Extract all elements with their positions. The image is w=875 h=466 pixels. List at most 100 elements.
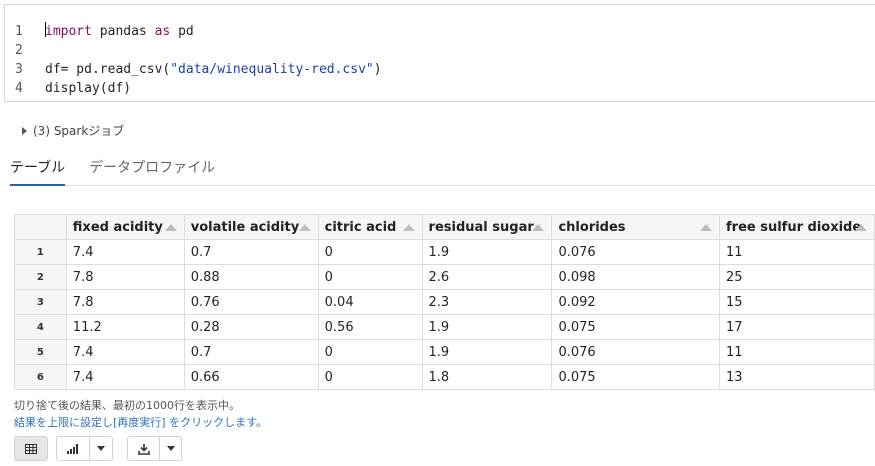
table-cell: 17 bbox=[719, 314, 875, 340]
table-cell: 15 bbox=[719, 289, 875, 315]
code-line-1[interactable]: import pandas as pd bbox=[45, 22, 382, 41]
table-row: 6 7.4 0.66 0 1.8 0.075 13 bbox=[14, 364, 875, 390]
table-cell: 0 bbox=[317, 364, 423, 390]
sort-up-icon[interactable] bbox=[164, 224, 177, 231]
row-index: 1 bbox=[14, 239, 67, 265]
table-cell: 0 bbox=[317, 339, 423, 365]
table-cell: 0.076 bbox=[551, 339, 720, 365]
table-cell: 25 bbox=[719, 264, 875, 290]
download-button[interactable] bbox=[128, 437, 161, 460]
column-header[interactable]: volatile acidity bbox=[183, 214, 319, 240]
sort-up-icon[interactable] bbox=[700, 224, 712, 231]
column-header[interactable]: citric acid bbox=[317, 214, 423, 240]
column-header-label: citric acid bbox=[324, 219, 397, 235]
line-numbers: 1 2 3 4 bbox=[5, 22, 35, 98]
column-header[interactable]: residual sugar bbox=[421, 214, 553, 240]
table-row: 4 11.2 0.28 0.56 1.9 0.075 17 bbox=[14, 314, 875, 340]
chart-button-group bbox=[56, 436, 113, 461]
code-line-2[interactable] bbox=[45, 41, 382, 60]
table-cell: 11 bbox=[719, 339, 875, 365]
table-cell: 2.6 bbox=[421, 264, 553, 290]
table-cell: 7.8 bbox=[65, 289, 185, 315]
table-cell: 0.66 bbox=[183, 364, 319, 390]
spark-jobs-label: (3) Sparkジョブ bbox=[33, 124, 125, 138]
table-cell: 0.7 bbox=[183, 339, 319, 365]
table-view-button[interactable] bbox=[14, 436, 48, 461]
column-header-label: chlorides bbox=[558, 219, 626, 235]
row-index: 4 bbox=[14, 314, 67, 340]
string-literal: "data/winequality-red.csv" bbox=[170, 62, 374, 77]
table-header-row: fixed acidity volatile acidity citric ac… bbox=[14, 214, 875, 240]
line-number: 3 bbox=[15, 62, 23, 77]
chart-view-button[interactable] bbox=[57, 437, 91, 460]
table-cell: 7.8 bbox=[65, 264, 185, 290]
sort-up-icon[interactable] bbox=[402, 224, 415, 231]
column-header-label: volatile acidity bbox=[190, 219, 300, 235]
code-text: ) bbox=[373, 62, 382, 77]
keyword-import: import bbox=[45, 24, 92, 39]
code-editor[interactable]: import pandas as pd df= pd.read_csv("dat… bbox=[45, 22, 382, 98]
chevron-down-icon bbox=[97, 446, 106, 451]
code-text: df= pd.read_csv( bbox=[45, 62, 171, 77]
sort-up-icon[interactable] bbox=[855, 224, 867, 231]
table-cell: 0.075 bbox=[551, 364, 720, 390]
column-header-label: fixed acidity bbox=[72, 219, 163, 235]
index-header bbox=[14, 214, 67, 240]
row-index: 6 bbox=[14, 364, 67, 390]
line-number: 2 bbox=[15, 43, 23, 58]
table-cell: 0.098 bbox=[551, 264, 720, 290]
truncation-note: 切り捨て後の結果、最初の1000行を表示中。 bbox=[14, 399, 240, 412]
code-text: pandas bbox=[91, 24, 155, 39]
table-cell: 0 bbox=[317, 264, 423, 290]
bar-chart-icon bbox=[66, 444, 78, 454]
code-line-4[interactable]: display(df) bbox=[45, 79, 382, 98]
column-header[interactable]: fixed acidity bbox=[65, 214, 185, 240]
table-cell: 1.8 bbox=[421, 364, 553, 390]
table-cell: 1.9 bbox=[421, 239, 553, 265]
code-line-3[interactable]: df= pd.read_csv("data/winequality-red.cs… bbox=[45, 60, 382, 79]
table-cell: 0.076 bbox=[551, 239, 720, 265]
download-icon bbox=[137, 443, 150, 455]
line-number: 1 bbox=[15, 24, 23, 39]
table-cell: 0.76 bbox=[183, 289, 319, 315]
result-tabs: テーブル データプロファイル bbox=[10, 150, 875, 186]
column-header[interactable]: free sulfur dioxide bbox=[719, 214, 875, 240]
row-index: 2 bbox=[14, 264, 67, 290]
table-cell: 13 bbox=[719, 364, 875, 390]
code-cell[interactable]: 1 2 3 4 import pandas as pd df= pd.read_… bbox=[4, 4, 875, 102]
table-cell: 11.2 bbox=[65, 314, 185, 340]
download-button-group bbox=[127, 436, 182, 461]
table-cell: 7.4 bbox=[65, 339, 185, 365]
sort-up-icon[interactable] bbox=[532, 224, 545, 231]
download-options-dropdown[interactable] bbox=[160, 437, 181, 460]
line-number: 4 bbox=[15, 81, 23, 96]
table-cell: 11 bbox=[719, 239, 875, 265]
expand-triangle-icon bbox=[22, 126, 27, 135]
keyword-as: as bbox=[154, 24, 171, 39]
tab-data-profile[interactable]: データプロファイル bbox=[89, 150, 215, 186]
table-row: 3 7.8 0.76 0.04 2.3 0.092 15 bbox=[14, 289, 875, 315]
column-header[interactable]: chlorides bbox=[551, 214, 720, 240]
rerun-link[interactable]: 結果を上限に設定し[再度実行] をクリックします。 bbox=[14, 414, 267, 430]
table-cell: 1.9 bbox=[421, 314, 553, 340]
table-icon bbox=[25, 443, 37, 454]
table-cell: 2.3 bbox=[421, 289, 553, 315]
chart-options-dropdown[interactable] bbox=[90, 437, 112, 460]
table-cell: 0.88 bbox=[183, 264, 319, 290]
results-table: fixed acidity volatile acidity citric ac… bbox=[14, 214, 875, 390]
table-cell: 7.4 bbox=[65, 239, 185, 265]
table-cell: 0.04 bbox=[317, 289, 423, 315]
column-header-label: residual sugar bbox=[428, 219, 534, 235]
tab-table[interactable]: テーブル bbox=[10, 150, 66, 186]
row-index: 3 bbox=[14, 289, 67, 315]
table-cell: 0 bbox=[317, 239, 423, 265]
table-cell: 1.9 bbox=[421, 339, 553, 365]
table-row: 5 7.4 0.7 0 1.9 0.076 11 bbox=[14, 339, 875, 365]
spark-jobs-toggle[interactable]: (3) Sparkジョブ bbox=[22, 122, 124, 139]
table-cell: 0.7 bbox=[183, 239, 319, 265]
table-cell: 7.4 bbox=[65, 364, 185, 390]
code-text: pd bbox=[170, 24, 194, 39]
sort-up-icon[interactable] bbox=[298, 224, 311, 231]
table-cell: 0.092 bbox=[551, 289, 720, 315]
table-row: 2 7.8 0.88 0 2.6 0.098 25 bbox=[14, 264, 875, 290]
